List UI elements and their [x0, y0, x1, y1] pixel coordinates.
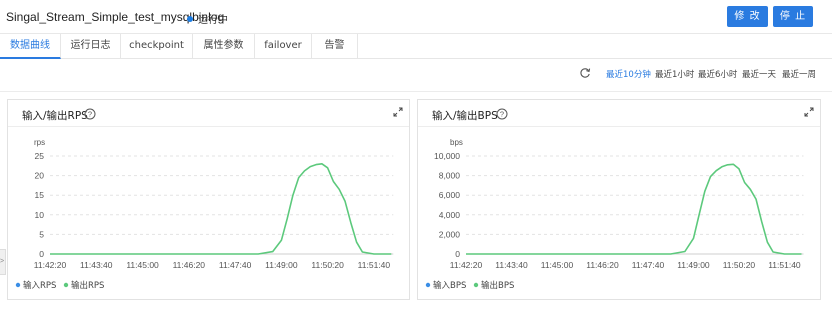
range-1week[interactable]: 最近一周: [782, 68, 816, 80]
tab-properties[interactable]: 属性参数: [193, 34, 255, 59]
svg-text:?: ?: [500, 110, 504, 119]
tab-checkpoint[interactable]: checkpoint: [121, 34, 193, 59]
y-tick-label: 15: [35, 190, 45, 200]
y-tick-label: 0: [455, 249, 460, 259]
y-tick-label: 5: [39, 229, 44, 239]
expand-icon[interactable]: [804, 107, 814, 117]
chevron-right-icon: >: [0, 258, 5, 265]
y-axis-unit-label: bps: [450, 138, 463, 147]
x-tick-label: 11:42:20: [450, 260, 483, 270]
y-tick-label: 10: [35, 210, 45, 220]
x-tick-label: 11:51:40: [358, 260, 391, 270]
range-6hour[interactable]: 最近6小时: [698, 68, 737, 80]
rps-chart-title: 输入/输出RPS: [22, 110, 88, 122]
x-tick-label: 11:46:20: [586, 260, 619, 270]
x-tick-label: 11:45:00: [541, 260, 574, 270]
x-tick-label: 11:49:00: [265, 260, 298, 270]
legend-marker: [15, 282, 21, 288]
side-collapse-handle[interactable]: >: [0, 249, 6, 275]
tab-run-log[interactable]: 运行日志: [61, 34, 121, 59]
svg-text:?: ?: [88, 110, 92, 119]
section-divider: [0, 91, 832, 92]
y-tick-label: 25: [35, 151, 45, 161]
legend-label: 输出RPS: [71, 280, 104, 291]
refresh-icon[interactable]: [579, 67, 591, 79]
legend-label: 输入RPS: [23, 280, 56, 291]
x-tick-label: 11:45:00: [126, 260, 159, 270]
status-label: 运行中: [198, 15, 228, 26]
series-line: [50, 163, 392, 255]
help-icon[interactable]: ?: [496, 108, 508, 120]
series-line: [466, 163, 802, 255]
tab-alarm[interactable]: 告警: [312, 34, 358, 59]
x-tick-label: 11:47:40: [632, 260, 665, 270]
range-1day[interactable]: 最近一天: [742, 68, 776, 80]
legend-marker: [473, 282, 479, 288]
y-tick-label: 2,000: [439, 229, 461, 239]
rps-chart-panel: 输入/输出RPS ? 0 5 10 15 20 25 rps 11:42:20 11:43:40…: [7, 99, 410, 300]
legend-label: 输入BPS: [433, 280, 466, 291]
y-tick-label: 4,000: [439, 210, 461, 220]
stop-button[interactable]: 停 止: [773, 6, 813, 27]
x-tick-label: 11:50:20: [311, 260, 344, 270]
tab-bar: 数据曲线 运行日志 checkpoint 属性参数 failover 告警: [0, 34, 832, 59]
rps-line-chart: 0 5 10 15 20 25 rps 11:42:20 11:43:40 11:45:00 11:…: [15, 138, 394, 291]
bps-chart-title: 输入/输出BPS: [432, 110, 498, 122]
range-1hour[interactable]: 最近1小时: [655, 68, 694, 80]
tab-failover[interactable]: failover: [255, 34, 312, 59]
time-range-toolbar: 最近10分钟 最近1小时 最近6小时 最近一天 最近一周: [0, 67, 832, 83]
top-bar: Singal_Stream_Simple_test_mysqlbinlog 运行…: [0, 0, 832, 34]
tab-data-curve[interactable]: 数据曲线: [0, 34, 61, 59]
bps-line-chart: 0 2,000 4,000 6,000 8,000 10,000 bps 11:42:20 11…: [425, 138, 804, 291]
legend-marker: [425, 282, 431, 288]
y-tick-label: 6,000: [439, 190, 461, 200]
expand-icon[interactable]: [393, 107, 403, 117]
bps-chart-panel: 输入/输出BPS ? 0 2,000 4,000 6,000 8,000 10,000 bp…: [417, 99, 821, 300]
x-tick-label: 11:47:40: [219, 260, 252, 270]
edit-button[interactable]: 修 改: [727, 6, 768, 27]
y-tick-label: 8,000: [439, 171, 461, 181]
y-tick-label: 20: [35, 171, 45, 181]
x-tick-label: 11:51:40: [768, 260, 801, 270]
x-tick-label: 11:43:40: [495, 260, 528, 270]
y-tick-label: 0: [39, 249, 44, 259]
legend-label: 输出BPS: [481, 280, 514, 291]
legend-marker: [63, 282, 69, 288]
x-tick-label: 11:49:00: [677, 260, 710, 270]
x-tick-label: 11:50:20: [723, 260, 756, 270]
range-10min[interactable]: 最近10分钟: [606, 68, 651, 80]
x-tick-label: 11:42:20: [34, 260, 67, 270]
status-indicator: 运行中: [187, 11, 228, 26]
x-tick-label: 11:43:40: [80, 260, 113, 270]
status-dot-icon: [187, 16, 193, 22]
x-tick-label: 11:46:20: [173, 260, 206, 270]
y-tick-label: 10,000: [434, 151, 460, 161]
help-icon[interactable]: ?: [84, 108, 96, 120]
y-axis-unit-label: rps: [34, 138, 45, 147]
